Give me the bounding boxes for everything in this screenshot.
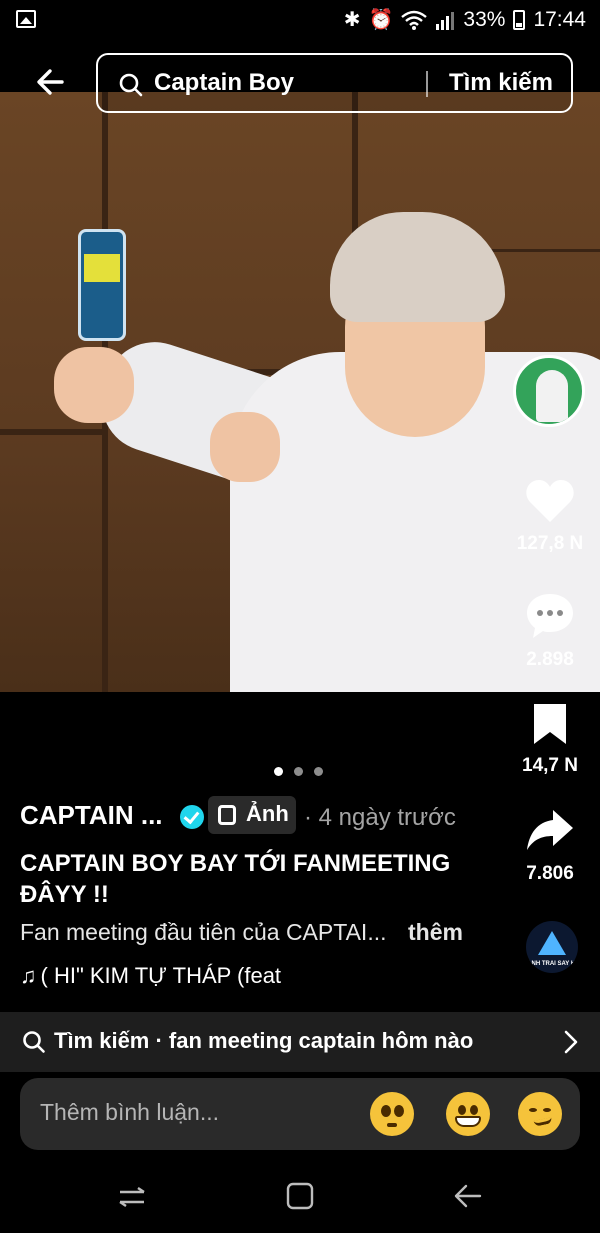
bluetooth-icon: ✱ xyxy=(343,9,361,31)
comment-input[interactable]: Thêm bình luận... xyxy=(20,1078,580,1150)
save-count: 14,7 N xyxy=(522,755,578,776)
signal-icon xyxy=(436,12,455,30)
search-icon xyxy=(23,1031,45,1053)
comment-count: 2.898 xyxy=(526,649,574,670)
back-arrow-icon[interactable] xyxy=(30,62,74,106)
post-title: CAPTAIN BOY BAY TỚI FANMEETING ĐÂYY !! xyxy=(20,850,451,908)
wall-panel xyxy=(0,432,105,692)
like-button[interactable]: 127,8 N xyxy=(505,478,595,555)
status-bar: ✱ ⏰ 33% 17:44 xyxy=(0,0,600,40)
post-time: · 4 ngày trước xyxy=(304,804,456,831)
post-description[interactable]: Fan meeting đầu tiên của CAPTAI... xyxy=(20,919,386,946)
see-more-link[interactable]: thêm xyxy=(408,919,463,946)
status-right: ✱ ⏰ 33% 17:44 xyxy=(344,6,586,34)
carousel-indicator xyxy=(274,767,323,776)
music-ticker[interactable]: ♫( HI" KIM TỰ THÁP (feat xyxy=(20,963,320,989)
carousel-dot xyxy=(274,767,283,776)
carousel-dot xyxy=(294,767,303,776)
music-album-disc[interactable]: ANH TRAI SAY HI xyxy=(526,921,578,973)
clock: 17:44 xyxy=(533,8,586,31)
search-button[interactable]: Tìm kiếm xyxy=(449,69,553,97)
album-logo-text: ANH TRAI SAY HI xyxy=(527,961,577,967)
search-icon xyxy=(119,73,143,97)
related-search-bar[interactable]: Tìm kiếm · fan meeting captain hôm nào xyxy=(0,1012,600,1072)
system-nav-bar xyxy=(0,1160,600,1233)
music-title: ( HI" KIM TỰ THÁP (feat xyxy=(40,963,282,988)
photo-mode-badge: Ảnh xyxy=(208,796,296,834)
phone-in-hand xyxy=(78,229,126,341)
back-icon[interactable] xyxy=(450,1178,486,1214)
hand xyxy=(54,347,134,423)
comment-button[interactable]: 2.898 xyxy=(505,592,595,671)
smirking-face-emoji-icon[interactable] xyxy=(518,1092,562,1136)
search-input[interactable]: Captain Boy xyxy=(154,69,294,97)
carousel-dot xyxy=(314,767,323,776)
wifi-icon xyxy=(401,10,428,30)
music-note-icon: ♫ xyxy=(20,963,37,988)
share-arrow-icon xyxy=(527,810,573,850)
comment-placeholder[interactable]: Thêm bình luận... xyxy=(40,1099,219,1126)
share-count: 7.806 xyxy=(526,863,574,884)
grinning-face-emoji-icon[interactable] xyxy=(446,1092,490,1136)
save-button[interactable]: 14,7 N xyxy=(505,702,595,777)
home-icon[interactable] xyxy=(282,1178,318,1214)
battery-icon xyxy=(513,10,526,30)
author-name[interactable]: CAPTAIN ... xyxy=(20,800,163,831)
battery-percent: 33% xyxy=(463,8,506,31)
gallery-icon xyxy=(16,10,36,28)
photo-stack-icon xyxy=(214,805,236,828)
wall-panel xyxy=(105,92,355,372)
hand xyxy=(210,412,280,482)
photo-badge-label: Ảnh xyxy=(246,801,289,826)
bookmark-icon xyxy=(534,704,566,744)
search-bar[interactable]: Captain Boy Tìm kiếm xyxy=(96,53,573,113)
like-count: 127,8 N xyxy=(516,533,584,554)
share-button[interactable]: 7.806 xyxy=(505,808,595,885)
comment-icon xyxy=(527,594,573,638)
alarm-icon: ⏰ xyxy=(368,9,394,31)
verified-icon xyxy=(180,805,204,829)
pleading-face-emoji-icon[interactable] xyxy=(370,1092,414,1136)
recent-apps-icon[interactable] xyxy=(114,1178,150,1214)
album-logo-icon xyxy=(538,931,566,955)
heart-icon xyxy=(526,480,574,522)
chevron-right-icon xyxy=(564,1030,578,1054)
related-search-text: Tìm kiếm · fan meeting captain hôm nào xyxy=(54,1028,474,1053)
search-divider xyxy=(426,71,428,97)
author-avatar[interactable] xyxy=(513,355,585,427)
